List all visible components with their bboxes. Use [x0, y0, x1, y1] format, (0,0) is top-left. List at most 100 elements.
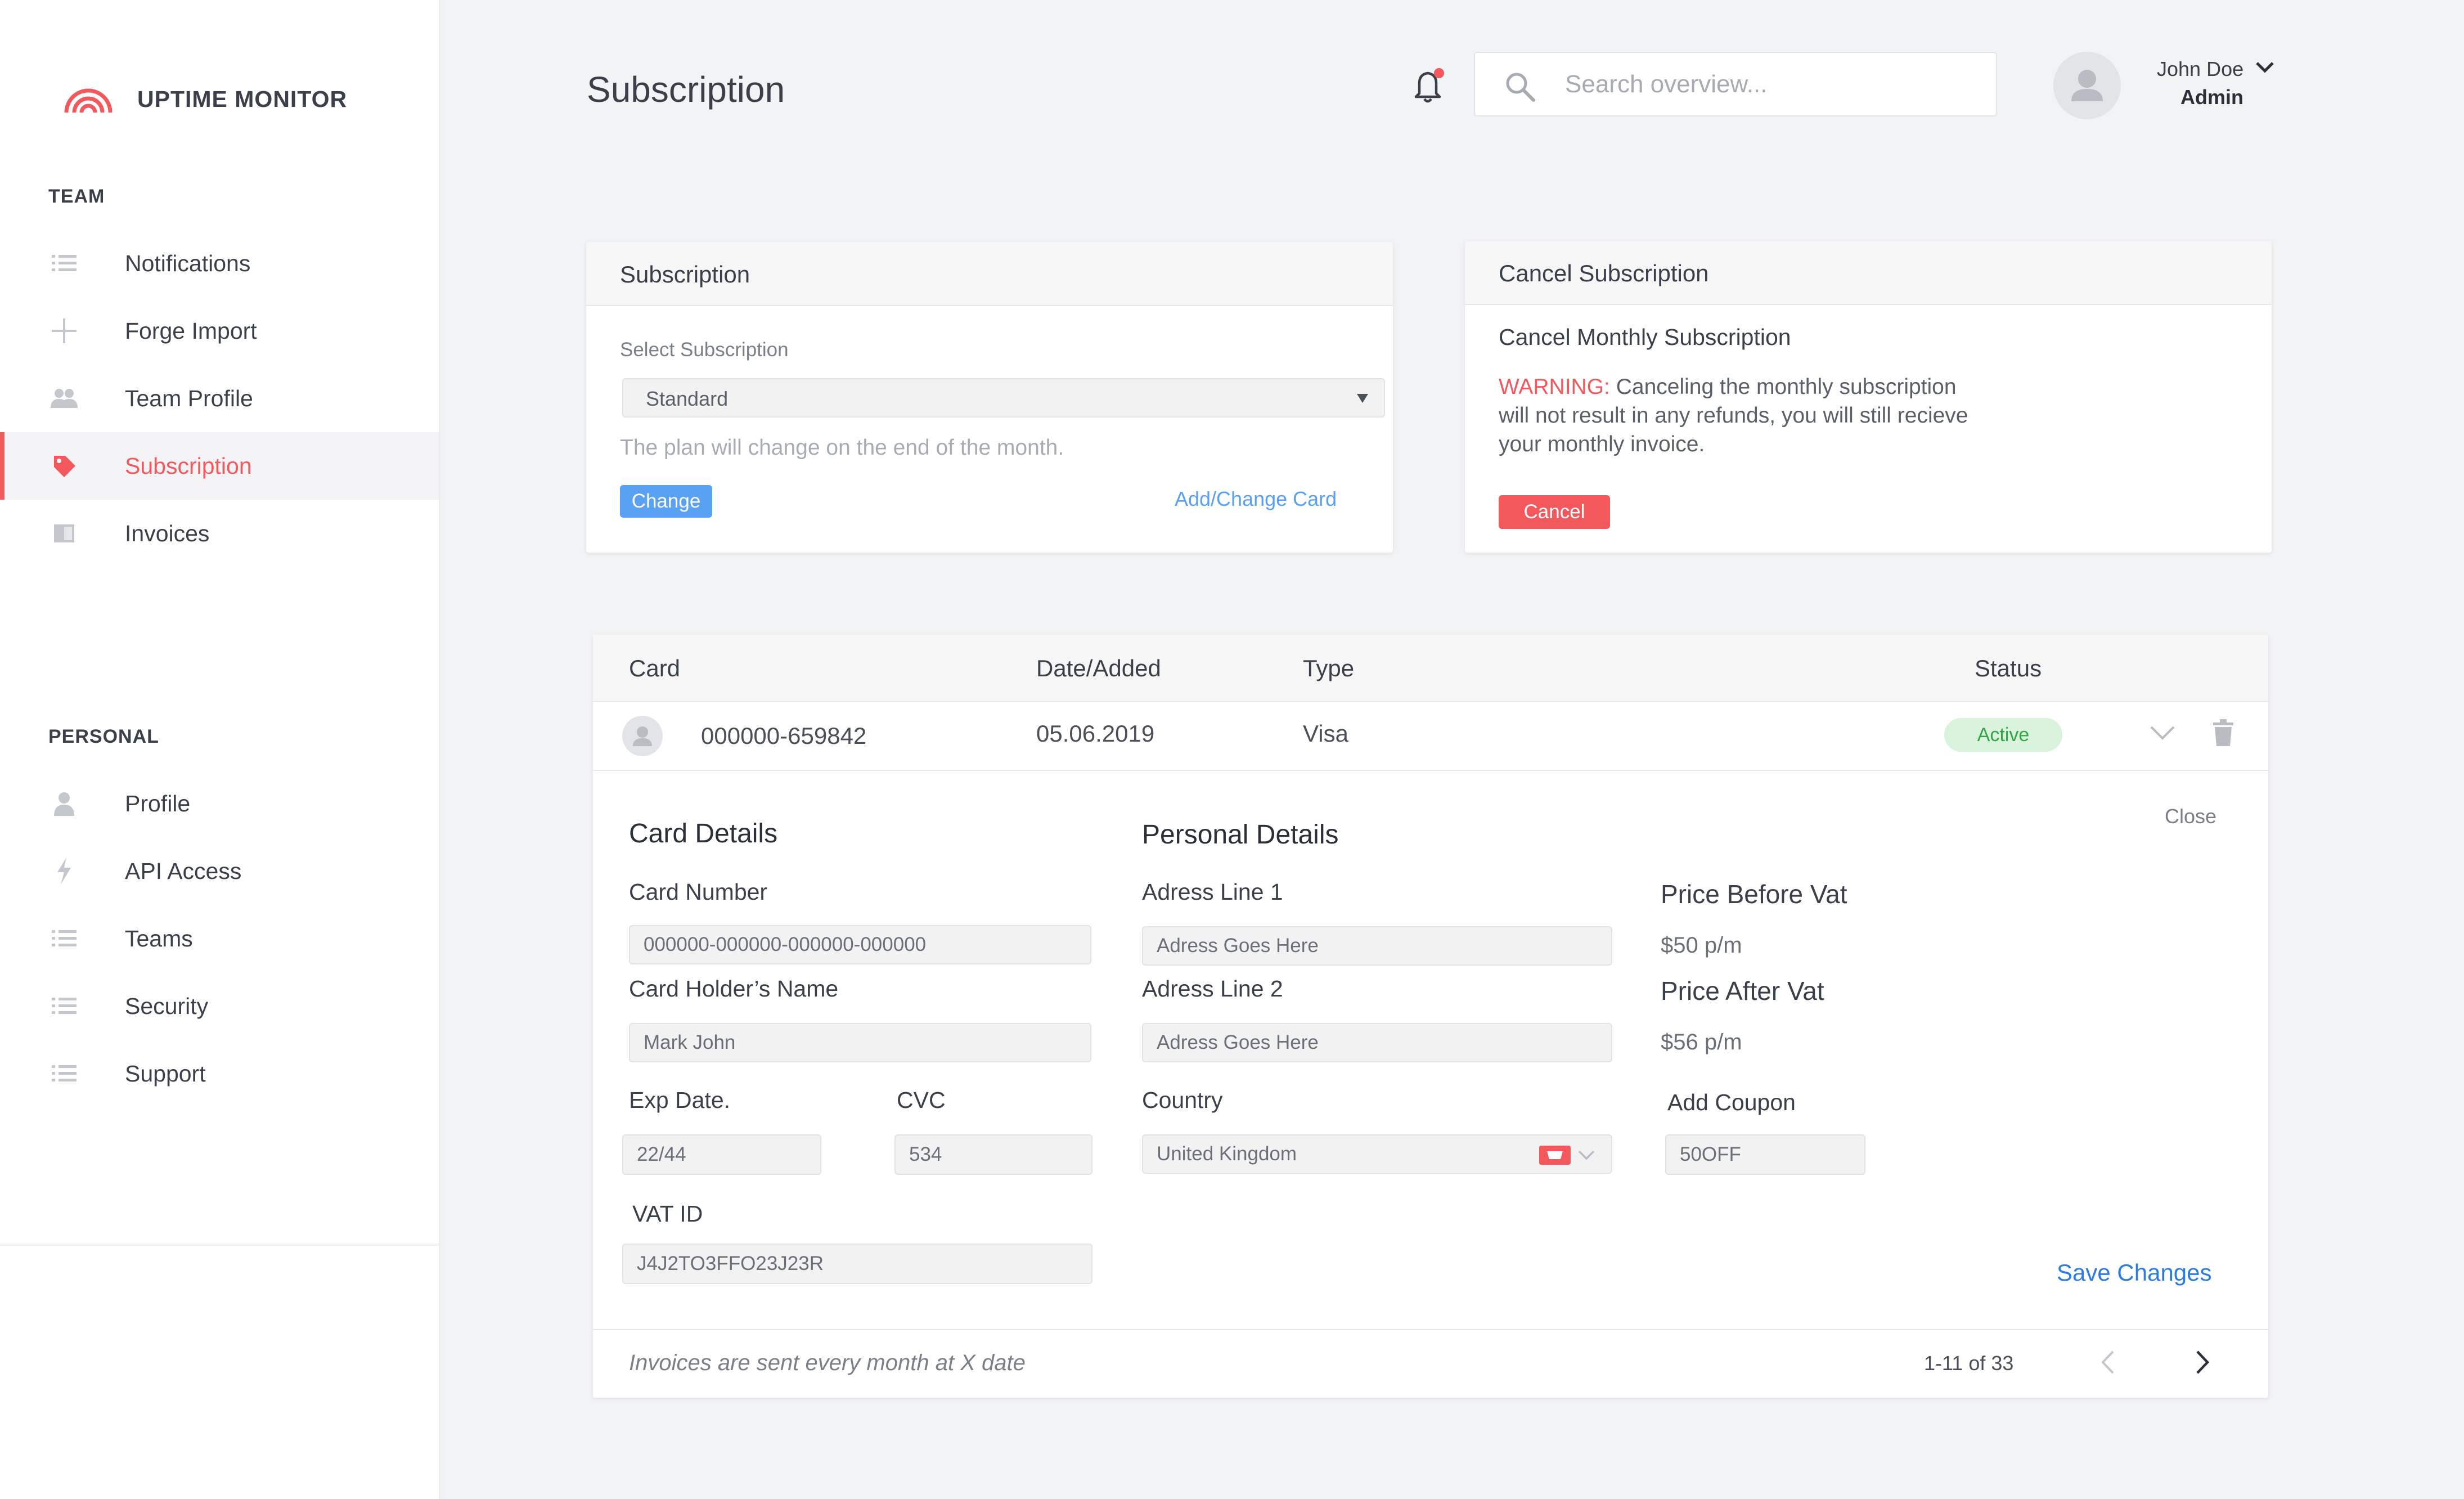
list-icon	[48, 248, 80, 279]
delete-row-button[interactable]	[2213, 719, 2233, 749]
country-select[interactable]: United Kingdom	[1142, 1134, 1612, 1174]
pagination-range: 1-11 of 33	[1924, 1352, 2014, 1375]
warning-line-1: Canceling the monthly subscription	[1609, 375, 1957, 399]
sidebar-item-label: Forge Import	[125, 317, 257, 344]
column-header-type: Type	[1303, 655, 1355, 681]
cancel-card-header: Cancel Subscription	[1465, 241, 2272, 305]
sidebar-item-label: API Access	[125, 858, 242, 884]
sidebar-item-label: Teams	[125, 925, 193, 952]
sidebar-item-invoices[interactable]: Invoices	[0, 500, 439, 567]
sidebar-item-support[interactable]: Support	[0, 1040, 439, 1107]
invoices-note: Invoices are sent every month at X date	[629, 1350, 1026, 1375]
chevron-right-icon	[2196, 1350, 2210, 1374]
sidebar-item-label: Profile	[125, 790, 191, 816]
warning-prefix: WARNING:	[1499, 375, 1610, 399]
card-details-title: Card Details	[629, 819, 778, 849]
price-before-vat-value: $50 p/m	[1661, 933, 1742, 958]
table-row[interactable]: 000000-659842 05.06.2019 Visa Active	[593, 701, 2268, 771]
close-details-link[interactable]: Close	[2165, 805, 2216, 828]
user-avatar-icon	[2071, 70, 2103, 101]
row-card-type: Visa	[1303, 720, 1348, 747]
notifications-bell-button[interactable]	[1409, 65, 1449, 106]
sidebar-item-label: Notifications	[125, 250, 251, 276]
save-changes-button[interactable]: Save Changes	[2057, 1259, 2212, 1286]
country-label: Country	[1142, 1087, 1223, 1113]
add-coupon-label: Add Coupon	[1667, 1089, 1796, 1115]
brand-name: UPTIME MONITOR	[137, 86, 348, 112]
brand[interactable]: UPTIME MONITOR	[63, 83, 347, 115]
sidebar: UPTIME MONITOR TEAM Notifications Forge …	[0, 0, 439, 1499]
coupon-value: 50OFF	[1680, 1143, 1741, 1165]
price-after-vat-label: Price After Vat	[1661, 976, 1824, 1006]
sidebar-item-notifications[interactable]: Notifications	[0, 230, 439, 297]
exp-date-label: Exp Date.	[629, 1087, 731, 1113]
chevron-left-icon	[2101, 1350, 2114, 1374]
sidebar-item-security[interactable]: Security	[0, 972, 439, 1040]
card-holder-field[interactable]: Mark John	[629, 1023, 1091, 1062]
chevron-down-icon	[2150, 726, 2175, 740]
change-button[interactable]: Change	[620, 485, 712, 518]
team-section-label: TEAM	[48, 186, 105, 207]
book-icon	[48, 518, 80, 549]
search-input[interactable]	[1564, 65, 1982, 104]
caret-down-icon	[1357, 394, 1368, 403]
address-line-2-placeholder: Adress Goes Here	[1157, 1031, 1319, 1053]
bell-icon	[1414, 68, 1444, 103]
trash-icon	[2213, 719, 2233, 746]
plan-change-hint: The plan will change on the end of the m…	[620, 436, 1064, 460]
users-icon	[48, 383, 80, 414]
add-change-card-link[interactable]: Add/Change Card	[1175, 487, 1337, 511]
user-menu-toggle[interactable]	[2255, 61, 2275, 77]
user-icon	[48, 788, 80, 819]
pagination-next-button[interactable]	[2194, 1349, 2211, 1378]
footer-divider	[593, 1329, 2268, 1330]
row-card-number: 000000-659842	[701, 722, 867, 749]
country-value: United Kingdom	[1157, 1143, 1297, 1165]
cancel-monthly-subtitle: Cancel Monthly Subscription	[1499, 324, 1791, 350]
card-number-field[interactable]: 000000-000000-000000-000000	[629, 925, 1091, 964]
subscription-select[interactable]: Standard	[622, 378, 1385, 418]
sidebar-item-profile[interactable]: Profile	[0, 770, 439, 837]
column-header-date: Date/Added	[1036, 655, 1161, 681]
expand-row-button[interactable]	[2149, 724, 2176, 744]
avatar[interactable]	[2053, 52, 2121, 119]
sidebar-item-teams[interactable]: Teams	[0, 905, 439, 972]
sidebar-item-forge-import[interactable]: Forge Import	[0, 297, 439, 365]
coupon-field[interactable]: 50OFF	[1665, 1134, 1865, 1175]
sidebar-divider	[0, 1244, 439, 1246]
user-role: Admin	[2180, 86, 2243, 109]
personal-section-label: PERSONAL	[48, 726, 159, 747]
sidebar-item-label: Subscription	[125, 452, 252, 479]
cvc-label: CVC	[897, 1087, 946, 1113]
user-avatar-icon	[633, 726, 652, 746]
subscription-card: Subscription Select Subscription Standar…	[586, 242, 1393, 553]
search-icon	[1506, 73, 1535, 102]
sidebar-item-subscription[interactable]: Subscription	[0, 432, 439, 500]
list-icon	[48, 990, 80, 1022]
address-line-2-label: Adress Line 2	[1142, 976, 1283, 1002]
plus-icon	[48, 315, 80, 347]
cancel-subscription-card: Cancel Subscription Cancel Monthly Subsc…	[1465, 241, 2272, 553]
chevron-down-icon	[2256, 62, 2274, 73]
sidebar-item-api-access[interactable]: API Access	[0, 837, 439, 905]
pagination-prev-button[interactable]	[2099, 1349, 2116, 1378]
cvc-field[interactable]: 534	[894, 1134, 1092, 1175]
vat-id-field[interactable]: J4J2TO3FFO23J23R	[622, 1244, 1092, 1284]
exp-date-field[interactable]: 22/44	[622, 1134, 821, 1175]
search-box[interactable]	[1474, 52, 1997, 116]
list-icon	[48, 923, 80, 954]
price-after-vat-value: $56 p/m	[1661, 1030, 1742, 1054]
subscription-card-header: Subscription	[586, 242, 1393, 306]
exp-date-value: 22/44	[637, 1143, 686, 1165]
row-date-added: 05.06.2019	[1036, 720, 1155, 747]
address-line-1-field[interactable]: Adress Goes Here	[1142, 926, 1612, 966]
subscription-card-title: Subscription	[620, 261, 750, 288]
address-line-1-label: Adress Line 1	[1142, 879, 1283, 905]
user-name[interactable]: John Doe	[2157, 57, 2243, 81]
column-header-status: Status	[1975, 655, 2042, 681]
cards-table-card: Card Date/Added Type Status 000000-65984…	[593, 635, 2268, 1398]
sidebar-item-team-profile[interactable]: Team Profile	[0, 365, 439, 432]
address-line-2-field[interactable]: Adress Goes Here	[1142, 1023, 1612, 1062]
sidebar-item-label: Support	[125, 1060, 206, 1087]
cancel-button[interactable]: Cancel	[1499, 495, 1610, 529]
